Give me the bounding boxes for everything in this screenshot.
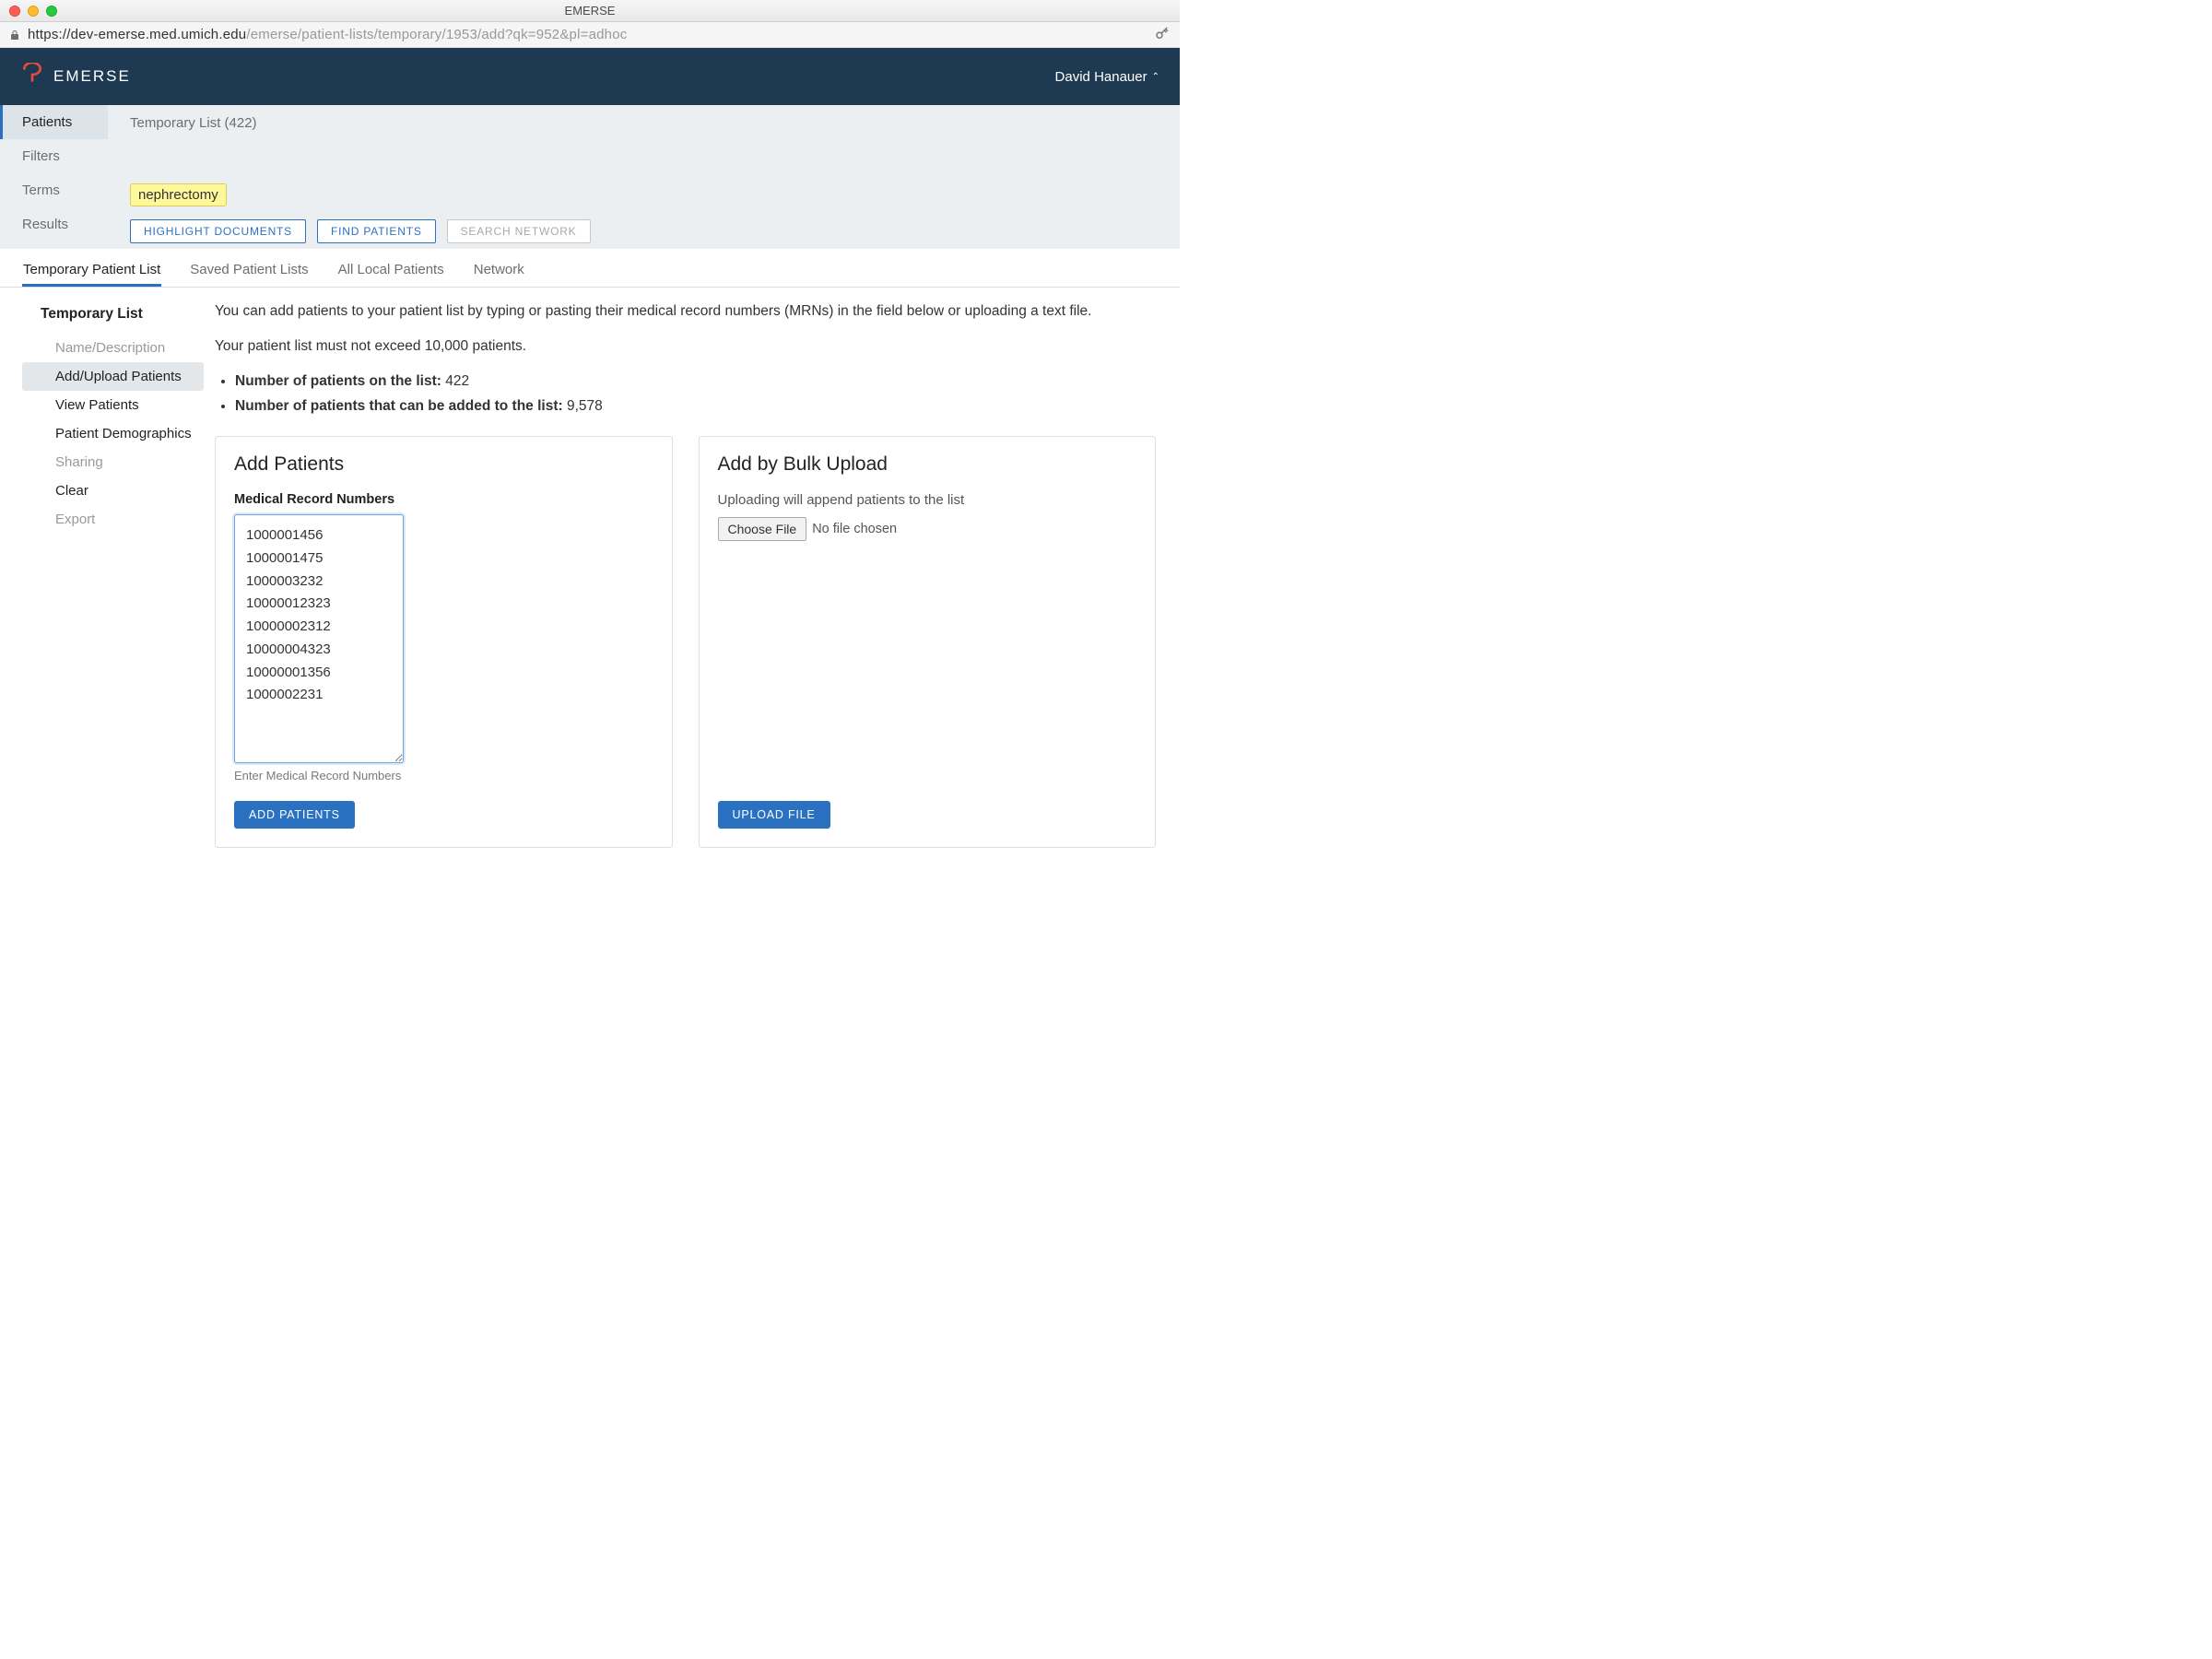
add-patients-title: Add Patients [234, 453, 653, 476]
user-name: David Hanauer [1055, 69, 1147, 85]
mrn-helper: Enter Medical Record Numbers [234, 769, 653, 782]
sidenav-export: Export [22, 505, 204, 534]
context-nav-patients[interactable]: Patients [0, 105, 108, 139]
side-nav: Temporary List Name/Description Add/Uplo… [0, 288, 215, 885]
mrn-textarea[interactable] [234, 514, 404, 763]
side-nav-group-title: Temporary List [22, 306, 204, 323]
main: Temporary List Name/Description Add/Uplo… [0, 288, 1180, 885]
context-right: Temporary List (422) nephrectomy HIGHLIG… [108, 105, 1180, 249]
patient-remaining-line: Number of patients that can be added to … [235, 395, 1156, 418]
tab-temporary-patient-list[interactable]: Temporary Patient List [22, 256, 161, 287]
search-network-button: SEARCH NETWORK [447, 219, 591, 243]
current-list-label: Temporary List (422) [130, 115, 257, 131]
lock-icon [9, 29, 20, 41]
user-menu[interactable]: David Hanauer ⌃ [1055, 69, 1159, 85]
add-patients-panel: Add Patients Medical Record Numbers Ente… [215, 436, 673, 848]
context-nav-results[interactable]: Results [0, 207, 108, 241]
highlight-documents-button[interactable]: HIGHLIGHT DOCUMENTS [130, 219, 306, 243]
brand[interactable]: EMERSE [20, 63, 131, 90]
key-icon[interactable] [1154, 25, 1171, 45]
choose-file-button[interactable]: Choose File [718, 517, 807, 541]
search-term-chip[interactable]: nephrectomy [130, 183, 227, 206]
chevron-up-icon: ⌃ [1152, 72, 1159, 82]
context-bar: Patients Filters Terms Results Temporary… [0, 105, 1180, 249]
add-patients-button[interactable]: ADD PATIENTS [234, 801, 355, 829]
mac-titlebar: EMERSE [0, 0, 1180, 22]
mrn-field-label: Medical Record Numbers [234, 492, 653, 507]
sidenav-clear[interactable]: Clear [22, 477, 204, 505]
panels-row: Add Patients Medical Record Numbers Ente… [215, 436, 1156, 848]
patient-count-line: Number of patients on the list: 422 [235, 371, 1156, 393]
intro-text: You can add patients to your patient lis… [215, 300, 1156, 418]
sidenav-view-patients[interactable]: View Patients [22, 391, 204, 419]
sidenav-add-upload-patients[interactable]: Add/Upload Patients [22, 362, 204, 391]
tab-all-local-patients[interactable]: All Local Patients [337, 256, 445, 287]
sidenav-name-description: Name/Description [22, 334, 204, 362]
tab-network[interactable]: Network [473, 256, 525, 287]
tabs-row: Temporary Patient List Saved Patient Lis… [0, 249, 1180, 288]
context-nav-filters[interactable]: Filters [0, 139, 108, 173]
intro-p1: You can add patients to your patient lis… [215, 300, 1156, 323]
file-status: No file chosen [812, 522, 897, 536]
url-text[interactable]: https://dev-emerse.med.umich.edu/emerse/… [28, 27, 1147, 42]
tab-saved-patient-lists[interactable]: Saved Patient Lists [189, 256, 309, 287]
intro-p2: Your patient list must not exceed 10,000… [215, 335, 1156, 358]
content: You can add patients to your patient lis… [215, 288, 1180, 885]
upload-file-button[interactable]: UPLOAD FILE [718, 801, 830, 829]
app-header: EMERSE David Hanauer ⌃ [0, 48, 1180, 105]
brand-name: EMERSE [53, 67, 131, 86]
bulk-upload-panel: Add by Bulk Upload Uploading will append… [699, 436, 1157, 848]
find-patients-button[interactable]: FIND PATIENTS [317, 219, 436, 243]
sidenav-sharing: Sharing [22, 448, 204, 477]
sidenav-patient-demographics[interactable]: Patient Demographics [22, 419, 204, 448]
brand-logo-icon [20, 63, 44, 90]
context-nav-terms[interactable]: Terms [0, 173, 108, 207]
context-left-nav: Patients Filters Terms Results [0, 105, 108, 249]
window-title: EMERSE [0, 4, 1180, 18]
bulk-upload-title: Add by Bulk Upload [718, 453, 1137, 476]
browser-url-bar: https://dev-emerse.med.umich.edu/emerse/… [0, 22, 1180, 48]
upload-hint: Uploading will append patients to the li… [718, 492, 1137, 508]
